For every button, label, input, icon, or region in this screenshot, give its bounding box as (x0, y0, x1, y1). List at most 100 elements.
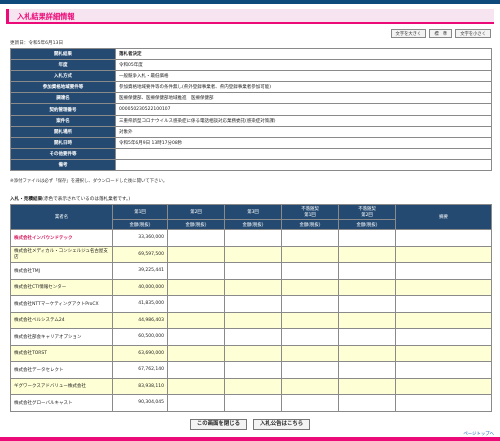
info-label: 開札場所 (10, 125, 116, 138)
info-label: 年度 (10, 59, 116, 72)
col-header-negotiated1: 不落随契 第1回 (281, 204, 339, 220)
bid-amount-round1: 63,690,000 (112, 344, 168, 362)
info-row: 案件名 三重県新型コロナウイルス感染症に係る電話相談対応業務委託(感染症対策課) (10, 114, 492, 127)
bid-amount-empty (281, 245, 339, 263)
bid-row: 株式会社インバウンドテック 33,360,000 (10, 229, 492, 247)
bid-amount-empty (224, 377, 282, 395)
bid-amount-empty (338, 245, 396, 263)
font-standard-button[interactable]: 標 準 (429, 29, 453, 38)
bid-amount-round1: 44,986,403 (112, 311, 168, 329)
bid-row: 株式会社NTTマーケティングアクトProCX 41,835,000 (10, 295, 492, 313)
info-row: 契約管理番号 000050230522100107 (10, 103, 492, 116)
bidder-name: 株式会社TORST (10, 344, 113, 362)
bid-amount-empty (224, 361, 282, 379)
amount-subheader: 金額(税抜) (224, 219, 282, 230)
bidder-name: 株式会社ベルシステム24 (10, 311, 113, 329)
info-value: 三重県新型コロナウイルス感染症に係る電話相談対応業務委託(感染症対策課) (115, 114, 492, 127)
bids-table: 業者名 第1回 第2回 第3回 不落随契 第1回 不落随契 第2回 摘要 金額(… (10, 204, 492, 412)
bid-amount-round1: 67,762,140 (112, 361, 168, 379)
bidder-name: 株式会社CTI情報センター (10, 278, 113, 296)
bid-amount-round1: 41,835,000 (112, 295, 168, 313)
bid-notes (395, 361, 492, 379)
bid-amount-empty (281, 229, 339, 247)
info-row: 年度 令和05年度 (10, 59, 492, 72)
bid-amount-empty (167, 328, 225, 346)
info-value: 令和5年6月9日 13時17分08秒 (115, 136, 492, 149)
bid-notes (395, 394, 492, 412)
bid-amount-empty (281, 311, 339, 329)
col-header-round3: 第3回 (224, 204, 282, 220)
bid-amount-empty (224, 229, 282, 247)
info-value: 000050230522100107 (115, 103, 492, 116)
bid-amount-empty (281, 328, 339, 346)
amount-subheader: 金額(税抜) (167, 219, 225, 230)
info-label: その他要件等 (10, 147, 116, 160)
bid-amount-empty (224, 278, 282, 296)
bid-amount-round1: 39,225,441 (112, 262, 168, 280)
bid-amount-empty (338, 278, 396, 296)
bid-amount-round1: 69,597,500 (112, 245, 168, 263)
info-value: 対象外 (115, 125, 492, 138)
bidder-name: ギグワークスアドバリュー株式会社 (10, 377, 113, 395)
bid-notes (395, 229, 492, 247)
info-label: 開札日時 (10, 136, 116, 149)
bid-amount-empty (224, 328, 282, 346)
bid-amount-empty (167, 311, 225, 329)
bid-amount-empty (338, 229, 396, 247)
info-value: 令和05年度 (115, 59, 492, 72)
col-header-round2: 第2回 (167, 204, 225, 220)
bidder-name: 株式会社部会キャリアオプション (10, 328, 113, 346)
bidder-name: 株式会社メディカル・コンシェルジュ名古屋支店 (10, 245, 113, 263)
bid-amount-empty (167, 245, 225, 263)
top-bar (0, 0, 500, 4)
bid-notes (395, 262, 492, 280)
info-row: 参加資格地域要件等 参加資格地域要件等の条件無し(県外登録事業者、県内登録事業者参… (10, 81, 492, 94)
bid-amount-empty (281, 377, 339, 395)
amount-subheader: 金額(税抜) (338, 219, 396, 230)
bid-notes (395, 245, 492, 263)
bid-amount-empty (167, 344, 225, 362)
info-value: 落札者決定 (115, 47, 492, 61)
bid-row: ギグワークスアドバリュー株式会社 83,938,110 (10, 377, 492, 395)
bid-amount-empty (338, 262, 396, 280)
info-row: 開札結果 落札者決定 (10, 47, 492, 61)
bid-amount-empty (167, 295, 225, 313)
info-label: 調達名 (10, 92, 116, 105)
bid-notes (395, 311, 492, 329)
bid-amount-empty (281, 344, 339, 362)
bids-section-title: 入札・見積結果 (10, 197, 43, 202)
bid-amount-round1: 60,500,000 (112, 328, 168, 346)
info-value: 参加資格地域要件等の条件無し(県外登録事業者、県内登録事業者参加可能) (115, 81, 492, 94)
col-header-negotiated2: 不落随契 第2回 (338, 204, 396, 220)
bid-amount-empty (338, 295, 396, 313)
amount-subheader: 金額(税抜) (112, 219, 168, 230)
page-header: 入札結果詳細情報 (6, 9, 494, 24)
font-smaller-button[interactable]: 文字を小さく (455, 29, 491, 38)
info-label: 入札方式 (10, 70, 116, 83)
bid-amount-empty (338, 344, 396, 362)
info-value: 医療保健部、医療保健部地域推進 医療保健部 (115, 92, 492, 105)
updated-date: 更新日：令和5年6月13日 (10, 41, 64, 46)
col-header-name: 業者名 (10, 204, 113, 230)
info-row: 調達名 医療保健部、医療保健部地域推進 医療保健部 (10, 92, 492, 105)
bid-row: 株式会社メディカル・コンシェルジュ名古屋支店 69,597,500 (10, 245, 492, 263)
bid-amount-empty (338, 361, 396, 379)
info-value (115, 158, 492, 172)
bid-notice-button[interactable]: 入札公告はこちら (253, 419, 311, 430)
info-label: 参加資格地域要件等 (10, 81, 116, 94)
bid-row: 株式会社CTI情報センター 40,000,000 (10, 278, 492, 296)
bid-amount-empty (338, 394, 396, 412)
bid-amount-empty (224, 311, 282, 329)
info-label: 備考 (10, 158, 116, 172)
bid-amount-empty (167, 377, 225, 395)
attachment-note: ※添付ファイルは必ず「保存」を選択し、ダウンロードした後に開いて下さい。 (10, 179, 168, 184)
font-larger-button[interactable]: 文字を大きく (390, 29, 427, 38)
close-window-button[interactable]: この画面を閉じる (189, 419, 247, 430)
info-row: その他要件等 (10, 147, 492, 160)
bid-amount-empty (167, 394, 225, 412)
bid-amount-empty (167, 262, 225, 280)
info-value (115, 147, 492, 160)
page-title: 入札結果詳細情報 (17, 12, 75, 21)
info-table: 開札結果 落札者決定 年度 令和05年度 入札方式 一般競争入札・最低価格 参加資格地域要件… (10, 47, 492, 172)
bid-amount-round1: 83,938,110 (112, 377, 168, 395)
